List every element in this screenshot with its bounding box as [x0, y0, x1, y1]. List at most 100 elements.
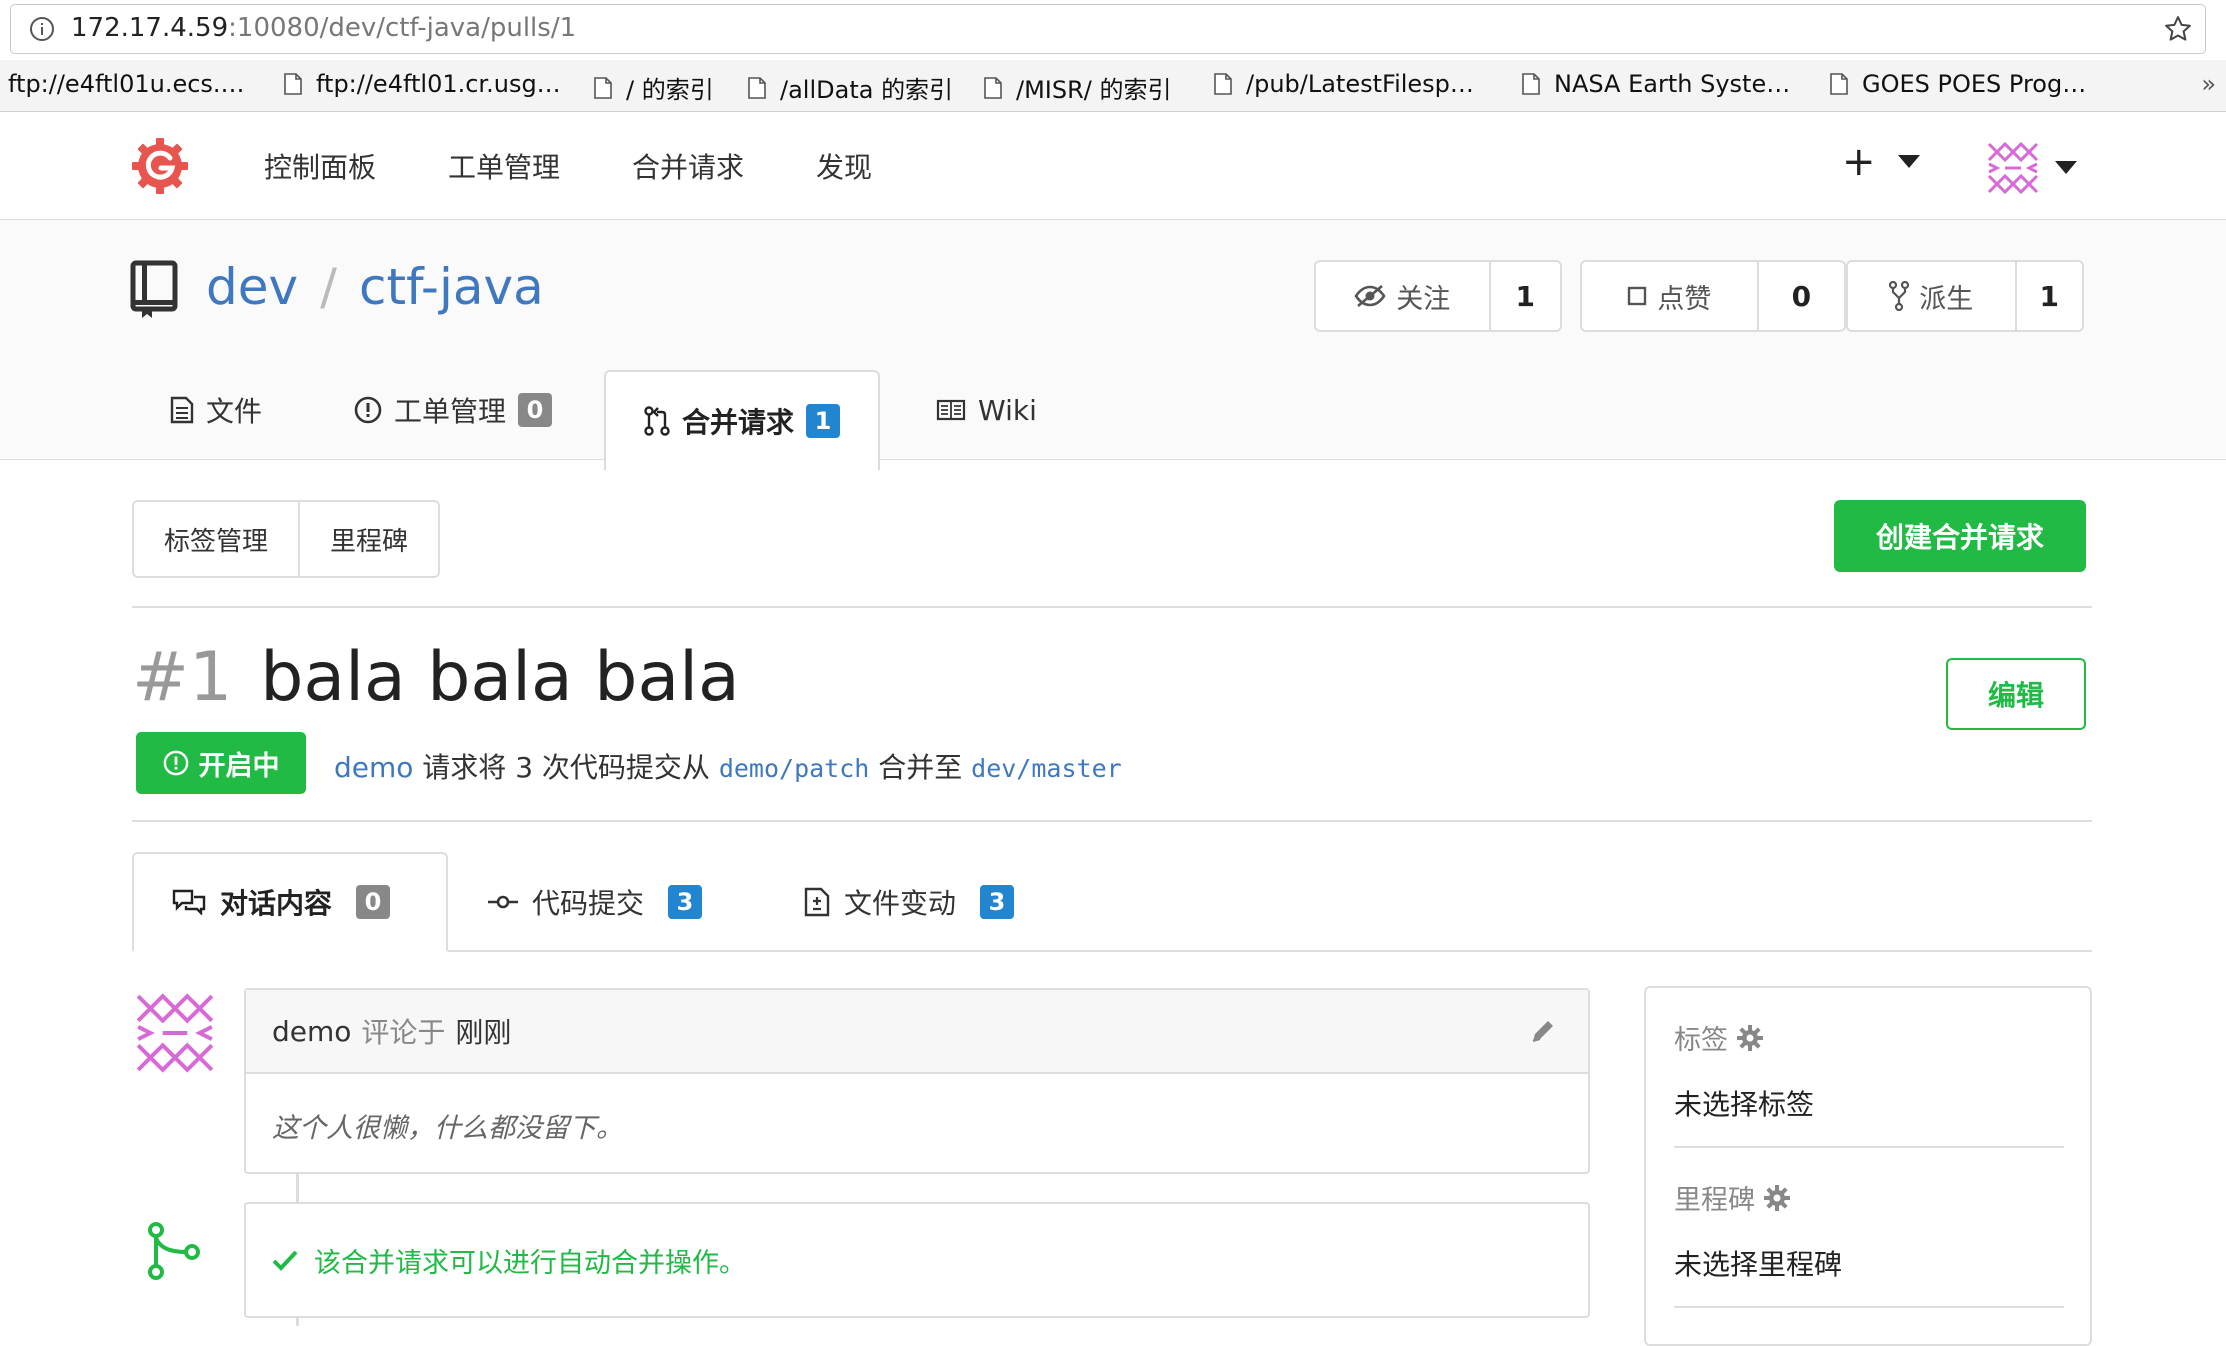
- pr-description: demo 请求将 3 次代码提交从 demo/patch 合并至 dev/mas…: [334, 746, 1122, 786]
- divider: [132, 820, 2092, 822]
- watch-label: 关注: [1396, 283, 1451, 315]
- tab-pulls[interactable]: 合并请求 1: [604, 370, 881, 470]
- head-branch-link[interactable]: demo/patch: [719, 754, 870, 783]
- milestone-value: 未选择里程碑: [1674, 1248, 1843, 1281]
- bookmark-item[interactable]: /MISR/ 的索引: [984, 70, 1172, 105]
- gogs-logo-icon[interactable]: [130, 136, 190, 196]
- labels-button[interactable]: 标签管理: [134, 502, 298, 576]
- nav-pulls[interactable]: 合并请求: [632, 146, 744, 186]
- divider: [1674, 1306, 2064, 1308]
- url-host: 172.17.4.59: [71, 13, 229, 43]
- bookmark-item[interactable]: /allData 的索引: [748, 70, 953, 105]
- issue-opened-icon: [354, 396, 382, 424]
- comment-time: 刚刚: [455, 1016, 512, 1049]
- eye-watch-icon: [1354, 284, 1386, 308]
- pulls-count-badge: 1: [806, 404, 841, 438]
- comment-verb: 评论于: [361, 1016, 446, 1049]
- milestone-header[interactable]: 里程碑: [1674, 1178, 2064, 1217]
- create-new-menu[interactable]: +: [1842, 142, 1920, 182]
- tab-files[interactable]: 文件: [170, 360, 262, 460]
- repo-title-separator: /: [320, 258, 337, 316]
- tab-issues[interactable]: 工单管理 0: [354, 360, 553, 460]
- bookmark-label: /pub/LatestFilesp…: [1246, 70, 1474, 98]
- git-commit-icon: [488, 894, 518, 910]
- milestone-title: 里程碑: [1674, 1185, 1755, 1216]
- labels-section: 标签 未选择标签: [1674, 1018, 2064, 1123]
- tab-commits-label: 代码提交: [532, 887, 645, 920]
- nav-dashboard[interactable]: 控制面板: [264, 146, 376, 186]
- merge-status-text: 该合并请求可以进行自动合并操作。: [314, 1247, 746, 1279]
- tab-issues-label: 工单管理: [394, 395, 507, 428]
- file-diff-icon: [804, 887, 830, 917]
- tab-conversation-label: 对话内容: [220, 887, 333, 920]
- bookmark-label: ftp://e4ftl01u.ecs.…: [8, 70, 245, 98]
- page-icon: [984, 76, 1002, 99]
- watch-button[interactable]: 关注: [1316, 262, 1491, 330]
- info-icon[interactable]: [29, 16, 55, 42]
- tab-files-label: 文件: [206, 395, 263, 428]
- watch-count[interactable]: 1: [1491, 262, 1560, 330]
- tab-files-changed[interactable]: 文件变动 3: [804, 852, 1015, 952]
- issues-count-badge: 0: [518, 393, 553, 427]
- milestones-button[interactable]: 里程碑: [298, 502, 438, 576]
- page-icon: [594, 76, 612, 99]
- url-bar[interactable]: 172.17.4.59:10080/dev/ctf-java/pulls/1: [10, 4, 2206, 54]
- gear-icon[interactable]: [1763, 1184, 1791, 1212]
- pr-desc-text-1: 请求将 3 次代码提交从: [413, 751, 719, 784]
- fork-button[interactable]: 派生: [1848, 262, 2017, 330]
- bookmark-item[interactable]: ftp://e4ftl01u.ecs.…: [8, 70, 245, 98]
- bookmark-item[interactable]: NASA Earth Syste…: [1522, 70, 1790, 98]
- bookmark-item[interactable]: /pub/LatestFilesp…: [1214, 70, 1474, 98]
- star-count[interactable]: 0: [1759, 262, 1844, 330]
- tab-wiki[interactable]: Wiki: [936, 360, 1037, 460]
- pencil-edit-icon[interactable]: [1528, 1016, 1558, 1046]
- bookmark-label: / 的索引: [626, 76, 714, 104]
- pr-sidebar: 标签 未选择标签 里程碑 未选择里程碑: [1644, 986, 2092, 1346]
- tab-conversation[interactable]: 对话内容 0: [132, 852, 448, 952]
- fork-label: 派生: [1919, 283, 1974, 315]
- fork-button-group: 派生 1: [1846, 260, 2084, 332]
- bookmark-item[interactable]: / 的索引: [594, 70, 714, 105]
- create-pull-request-button[interactable]: 创建合并请求: [1834, 500, 2086, 572]
- url-text[interactable]: 172.17.4.59:10080/dev/ctf-java/pulls/1: [71, 13, 576, 43]
- divider: [1674, 1146, 2064, 1148]
- tab-pulls-label: 合并请求: [682, 406, 795, 439]
- bookmark-label: /MISR/ 的索引: [1016, 76, 1172, 104]
- tab-commits[interactable]: 代码提交 3: [488, 852, 703, 952]
- page-icon: [1830, 73, 1848, 95]
- nav-issues[interactable]: 工单管理: [448, 146, 560, 186]
- comment-author-link[interactable]: demo: [272, 1015, 351, 1048]
- star-button[interactable]: 点赞: [1582, 262, 1759, 330]
- bookmark-item[interactable]: ftp://e4ftl01.cr.usg…: [284, 70, 561, 98]
- files-count-badge: 3: [980, 885, 1015, 919]
- user-menu[interactable]: [1985, 140, 2077, 196]
- bookmark-star-icon[interactable]: [2163, 14, 2193, 44]
- repo-name-link[interactable]: ctf-java: [359, 258, 544, 316]
- nav-explore[interactable]: 发现: [816, 146, 872, 186]
- plus-icon: +: [1842, 139, 1876, 185]
- author-link[interactable]: demo: [334, 751, 413, 784]
- repo-title: dev / ctf-java: [206, 258, 544, 316]
- merge-status-box: 该合并请求可以进行自动合并操作。: [244, 1202, 1590, 1318]
- comment-body: 这个人很懒，什么都没留下。: [272, 1113, 623, 1144]
- gear-icon[interactable]: [1736, 1024, 1764, 1052]
- repo-book-icon: [130, 260, 178, 320]
- fork-icon: [1889, 281, 1910, 311]
- repo-header: dev / ctf-java 关注 1 点赞 0 派生 1 文件 工单管理 0 合并…: [0, 220, 2226, 470]
- labels-value: 未选择标签: [1674, 1088, 1815, 1121]
- fork-count[interactable]: 1: [2017, 262, 2082, 330]
- bookmarks-overflow-button[interactable]: »: [2201, 70, 2216, 98]
- pr-title: #1 bala bala bala: [132, 638, 740, 717]
- caret-down-icon: [1897, 155, 1920, 169]
- commits-count-badge: 3: [668, 885, 703, 919]
- repo-owner-link[interactable]: dev: [206, 258, 298, 316]
- pr-tabs: 对话内容 0 代码提交 3 文件变动 3: [132, 852, 2092, 952]
- labels-header[interactable]: 标签: [1674, 1018, 2064, 1057]
- base-branch-link[interactable]: dev/master: [971, 754, 1122, 783]
- edit-title-button[interactable]: 编辑: [1946, 658, 2086, 730]
- avatar[interactable]: [132, 990, 218, 1076]
- url-path: :10080/dev/ctf-java/pulls/1: [228, 13, 577, 43]
- check-icon: [272, 1249, 298, 1271]
- status-label-text: 开启中: [198, 750, 280, 782]
- bookmark-item[interactable]: GOES POES Prog…: [1830, 70, 2086, 98]
